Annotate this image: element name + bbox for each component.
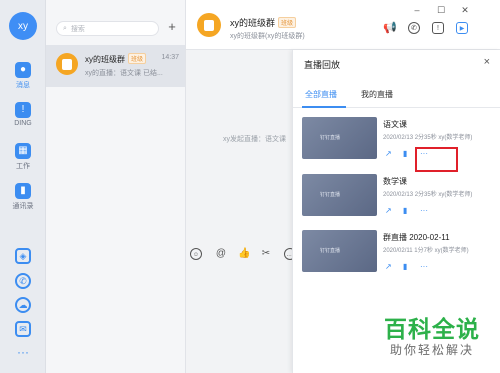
book-icon [62,58,72,70]
conversation-list: ⌕ 搜索 + xy的班级群 班级 14:37 xy的直播：语文课 已结... [46,0,186,373]
replay-item[interactable]: 钉钉直播 群直播 2020-02-11 2020/02/11 1分7秒 xy(数… [302,230,497,282]
search-icon: ⌕ [63,24,67,32]
conversation-name: xy的班级群 班级 [85,53,147,65]
ding-icon: ! [15,102,31,118]
tab-all-live[interactable]: 全部直播 [305,89,337,100]
share-icon[interactable]: ↗ [385,150,392,158]
cube-icon[interactable]: ◈ [15,248,31,264]
tab-my-live[interactable]: 我的直播 [361,89,393,100]
stats-icon[interactable]: ▮ [403,207,407,215]
stats-icon[interactable]: ▮ [403,150,407,158]
replay-item[interactable]: 钉钉直播 语文课 2020/02/13 2分35秒 xy(数学老师) ↗ ▮ ·… [302,117,497,169]
chat-header: xy的班级群 班级 xy的班级群(xy的班级群) 📢 ✆ ! ▶ – ☐ ✕ [186,0,500,50]
emoji-icon[interactable]: ☺ [190,248,202,260]
search-input[interactable]: ⌕ 搜索 [56,21,159,36]
window-close-button[interactable]: ✕ [460,5,470,15]
highlight-box [415,147,458,172]
work-grid-icon: ▦ [15,143,31,159]
phone-icon[interactable]: ✆ [15,273,31,289]
cloud-icon[interactable]: ☁ [15,297,31,313]
nav-label: 工作 [16,163,30,170]
conversation-preview: xy的直播：语文课 已结... [85,70,163,77]
more-icon[interactable]: ··· [15,346,31,362]
replay-meta: 2020/02/13 2分35秒 xy(数学老师) [383,135,473,141]
nav-item-work[interactable]: ▦ 工作 [0,143,46,171]
share-icon[interactable]: ↗ [385,263,392,271]
system-message: xy发起直播：语文课 [223,136,286,143]
message-icon: ● [15,62,31,78]
nav-label: 消息 [16,82,30,89]
scissors-icon[interactable]: ✂ [260,248,272,260]
panel-title: 直播回放 [304,60,341,70]
search-placeholder: 搜索 [70,25,85,33]
share-icon[interactable]: ↗ [385,207,392,215]
panel-tabs: 全部直播 我的直播 [293,80,500,108]
replay-meta: 2020/02/13 2分35秒 xy(数学老师) [383,192,473,198]
nav-item-messages[interactable]: ● 消息 [0,62,46,90]
nav-label: DING [14,120,32,127]
replay-title: 群直播 2020-02-11 [383,233,450,242]
chat-title[interactable]: xy的班级群 班级 [230,16,297,29]
replay-meta: 2020/02/11 1分7秒 xy(数学老师) [383,248,469,254]
conversation-item[interactable]: xy的班级群 班级 14:37 xy的直播：语文课 已结... [46,45,185,87]
watermark-main: 百科全说 [384,316,480,342]
panel-close-button[interactable]: × [484,56,490,68]
minimize-button[interactable]: – [412,5,422,15]
nav-item-ding[interactable]: ! DING [0,102,46,127]
replay-thumbnail[interactable]: 钉钉直播 [302,117,377,159]
class-badge: 班级 [128,53,147,64]
replay-thumbnail[interactable]: 钉钉直播 [302,230,377,272]
contacts-icon: ▮ [15,183,31,199]
add-button[interactable]: + [164,19,180,35]
replay-title: 语文课 [383,120,407,129]
conversation-time: 14:37 [161,54,179,61]
chat-subtitle: xy的班级群(xy的班级群) [230,33,305,40]
thumb-up-icon[interactable]: 👍 [238,248,250,260]
megaphone-icon[interactable]: 📢 [383,22,397,34]
nav-label: 通讯录 [12,203,34,210]
watermark: 百科全说 助你轻松解决 [376,316,488,358]
phone-icon[interactable]: ✆ [408,22,420,34]
replay-item[interactable]: 钉钉直播 数学课 2020/02/13 2分35秒 xy(数学老师) ↗ ▮ ·… [302,174,497,226]
replay-thumbnail[interactable]: 钉钉直播 [302,174,377,216]
maximize-button[interactable]: ☐ [436,5,446,15]
ding-icon[interactable]: ! [432,22,444,34]
left-nav: xy ● 消息 ! DING ▦ 工作 ▮ 通讯录 ◈ ✆ ☁ ✉ ··· [0,0,46,373]
stats-icon[interactable]: ▮ [403,263,407,271]
input-toolbar: ☺ @ 👍 ✂ … [186,246,298,264]
watermark-sub: 助你轻松解决 [389,343,474,357]
mail-icon[interactable]: ✉ [15,321,31,337]
more-icon[interactable]: ··· [420,263,428,271]
book-icon [204,19,214,31]
group-avatar [197,13,221,37]
mention-icon[interactable]: @ [215,248,227,260]
class-badge: 班级 [278,17,297,28]
nav-item-contacts[interactable]: ▮ 通讯录 [0,183,46,211]
group-avatar [56,53,78,75]
live-icon[interactable]: ▶ [456,22,468,34]
replay-title: 数学课 [383,177,407,186]
more-icon[interactable]: ··· [420,207,428,215]
user-avatar[interactable]: xy [9,12,37,40]
active-tab-indicator [302,106,346,108]
